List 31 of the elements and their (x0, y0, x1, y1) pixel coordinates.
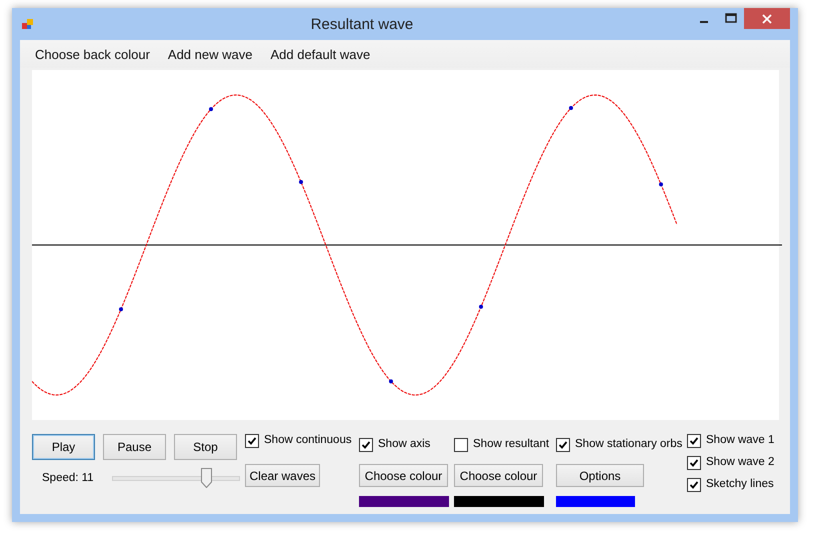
colour-button[interactable]: Choose colour (359, 464, 448, 487)
playback-button[interactable]: Play (32, 434, 95, 460)
checkbox[interactable] (687, 456, 701, 470)
checkbox[interactable] (454, 438, 468, 452)
checkbox-label: Show stationary orbs (575, 438, 682, 450)
colour-button[interactable]: Choose colour (454, 464, 543, 487)
checkbox-label: Sketchy lines (706, 478, 774, 490)
checkbox-label: Show axis (378, 438, 430, 450)
checkbox[interactable] (687, 478, 701, 492)
checkbox[interactable] (556, 438, 570, 452)
window-title: Resultant wave (310, 16, 414, 32)
slider-thumb[interactable] (201, 468, 212, 488)
playback-button[interactable]: Stop (174, 434, 237, 460)
menu-item[interactable]: Add new wave (168, 46, 252, 62)
checkbox-label: Show resultant (473, 438, 550, 450)
checkbox[interactable] (245, 434, 259, 448)
checkbox[interactable] (687, 434, 701, 448)
checkbox[interactable] (359, 438, 373, 452)
colour-button[interactable]: Options (556, 464, 644, 487)
speed-label: Speed: 11 (42, 472, 94, 484)
menu-item[interactable]: Add default wave (270, 46, 370, 62)
menu-item[interactable]: Choose back colour (35, 46, 150, 62)
checkbox-label: Show wave 1 (706, 434, 774, 446)
checkbox-label: Show continuous (264, 434, 352, 446)
app-icon (22, 18, 34, 30)
speed-slider[interactable] (112, 468, 240, 488)
playback-button[interactable]: Pause (103, 434, 166, 460)
checkbox-label: Show wave 2 (706, 456, 774, 468)
close-button[interactable] (744, 8, 790, 29)
close-icon (762, 14, 772, 24)
clear-waves-button[interactable]: Clear waves (245, 464, 320, 487)
